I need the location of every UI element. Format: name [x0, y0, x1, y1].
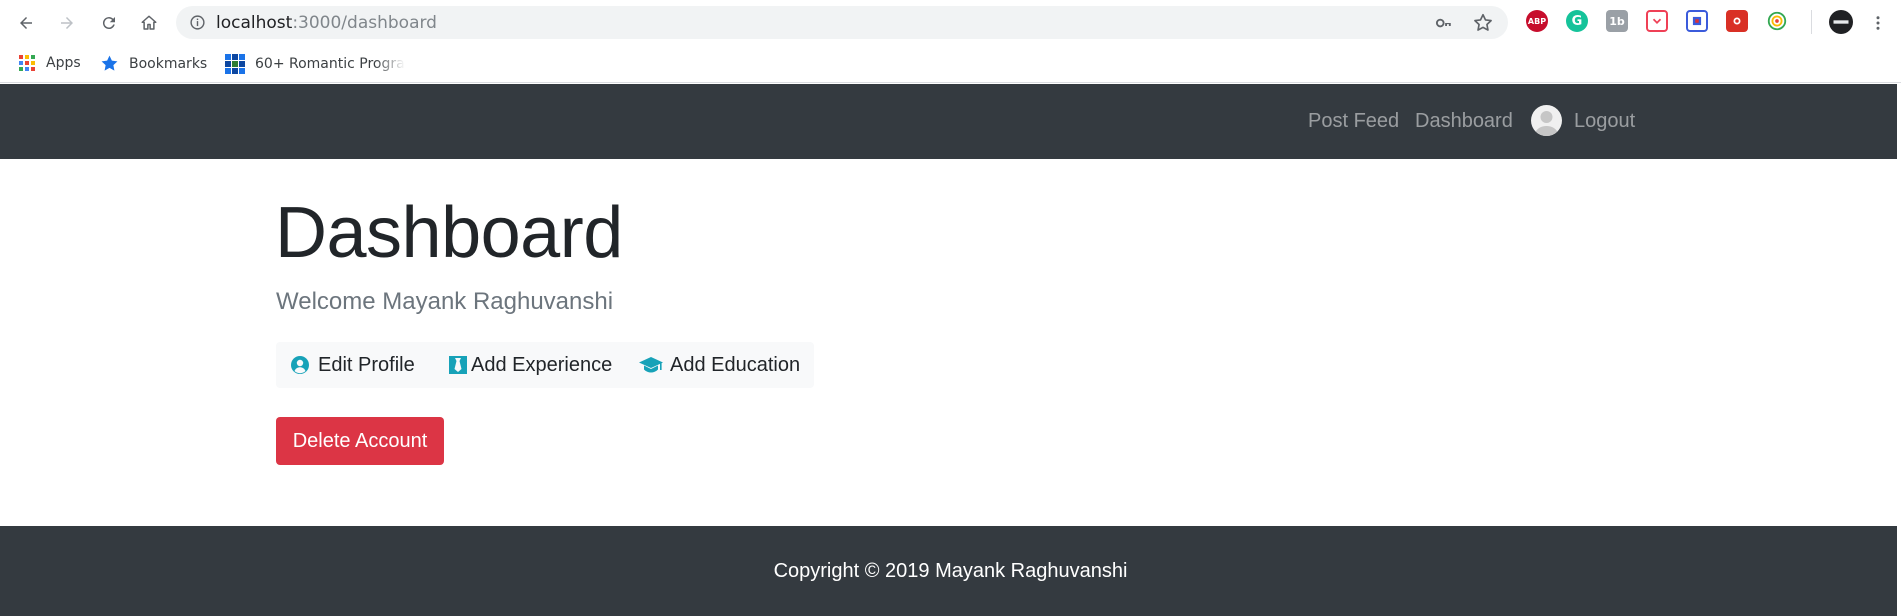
nav-dashboard[interactable]: Dashboard [1415, 110, 1513, 133]
add-education-label: Add Education [670, 353, 801, 376]
extension-red-icon[interactable] [1726, 10, 1748, 32]
footer-copyright: Copyright © 2019 Mayank Raghuvanshi [773, 560, 1128, 582]
add-experience-button[interactable]: Add Experience [449, 342, 612, 388]
apps-grid-icon [18, 54, 36, 72]
extension-1b-label: 1b [1609, 14, 1625, 28]
forward-arrow-icon[interactable] [54, 10, 80, 36]
url-host: localhost [216, 13, 293, 33]
extension-1b-icon[interactable]: 1b [1606, 10, 1628, 32]
bookmark-romantic[interactable]: 60+ Romantic Progra [225, 54, 405, 74]
back-arrow-icon[interactable] [13, 10, 39, 36]
bookmark-apps-label: Apps [46, 55, 81, 71]
nav-post-feed[interactable]: Post Feed [1308, 110, 1399, 133]
graduation-cap-icon [638, 355, 664, 375]
bookmarks-bar: Apps Bookmarks 60+ Romantic Progra [0, 44, 1901, 83]
url-path: :3000/dashboard [292, 13, 437, 33]
site-favicon [225, 54, 245, 74]
user-circle-icon [290, 355, 310, 375]
profile-avatar-icon[interactable] [1829, 10, 1853, 34]
url-text[interactable]: localhost:3000/dashboard [216, 13, 437, 33]
footer: Copyright © 2019 Mayank Raghuvanshi [0, 526, 1901, 616]
toolbar-separator [1811, 10, 1812, 34]
welcome-text: Welcome Mayank Raghuvanshi [276, 288, 614, 315]
grammarly-label: G [1571, 13, 1583, 29]
extension-blue-icon[interactable] [1686, 10, 1708, 32]
page-title: Dashboard [275, 193, 623, 273]
star-icon [100, 54, 119, 73]
dashboard-actions: Edit Profile Add Experience Add Educatio… [276, 342, 814, 388]
bookmark-apps[interactable]: Apps [18, 54, 81, 72]
app-navbar: Post Feed Dashboard Logout [0, 84, 1901, 159]
add-experience-label: Add Experience [471, 353, 613, 376]
bookmark-bookmarks[interactable]: Bookmarks [100, 54, 207, 73]
window-edge [1897, 84, 1901, 616]
avatar[interactable] [1531, 105, 1562, 136]
bookmark-romantic-label: 60+ Romantic Progra [255, 56, 405, 72]
nav-logout[interactable]: Logout [1574, 110, 1635, 133]
info-icon[interactable] [189, 14, 206, 31]
bookmark-bookmarks-label: Bookmarks [129, 55, 208, 72]
black-tie-icon [449, 356, 467, 374]
bookmark-star-icon[interactable] [1472, 12, 1494, 34]
key-icon[interactable] [1434, 14, 1454, 32]
browser-toolbar: localhost:3000/dashboard ABP G 1b [0, 0, 1901, 44]
adblock-label: ABP [1527, 16, 1547, 26]
menu-kebab-icon[interactable] [1865, 10, 1891, 36]
pocket-icon[interactable] [1646, 10, 1668, 32]
reload-icon[interactable] [96, 10, 122, 36]
delete-account-button[interactable]: Delete Account [276, 417, 444, 465]
home-icon[interactable] [136, 10, 162, 36]
adblock-plus-icon[interactable]: ABP [1526, 10, 1548, 32]
add-education-button[interactable]: Add Education [638, 342, 800, 388]
edit-profile-label: Edit Profile [318, 353, 415, 376]
edit-profile-button[interactable]: Edit Profile [290, 342, 415, 388]
extension-circle-icon[interactable] [1766, 10, 1788, 32]
address-bar[interactable]: localhost:3000/dashboard [176, 6, 1508, 39]
grammarly-icon[interactable]: G [1566, 10, 1588, 32]
